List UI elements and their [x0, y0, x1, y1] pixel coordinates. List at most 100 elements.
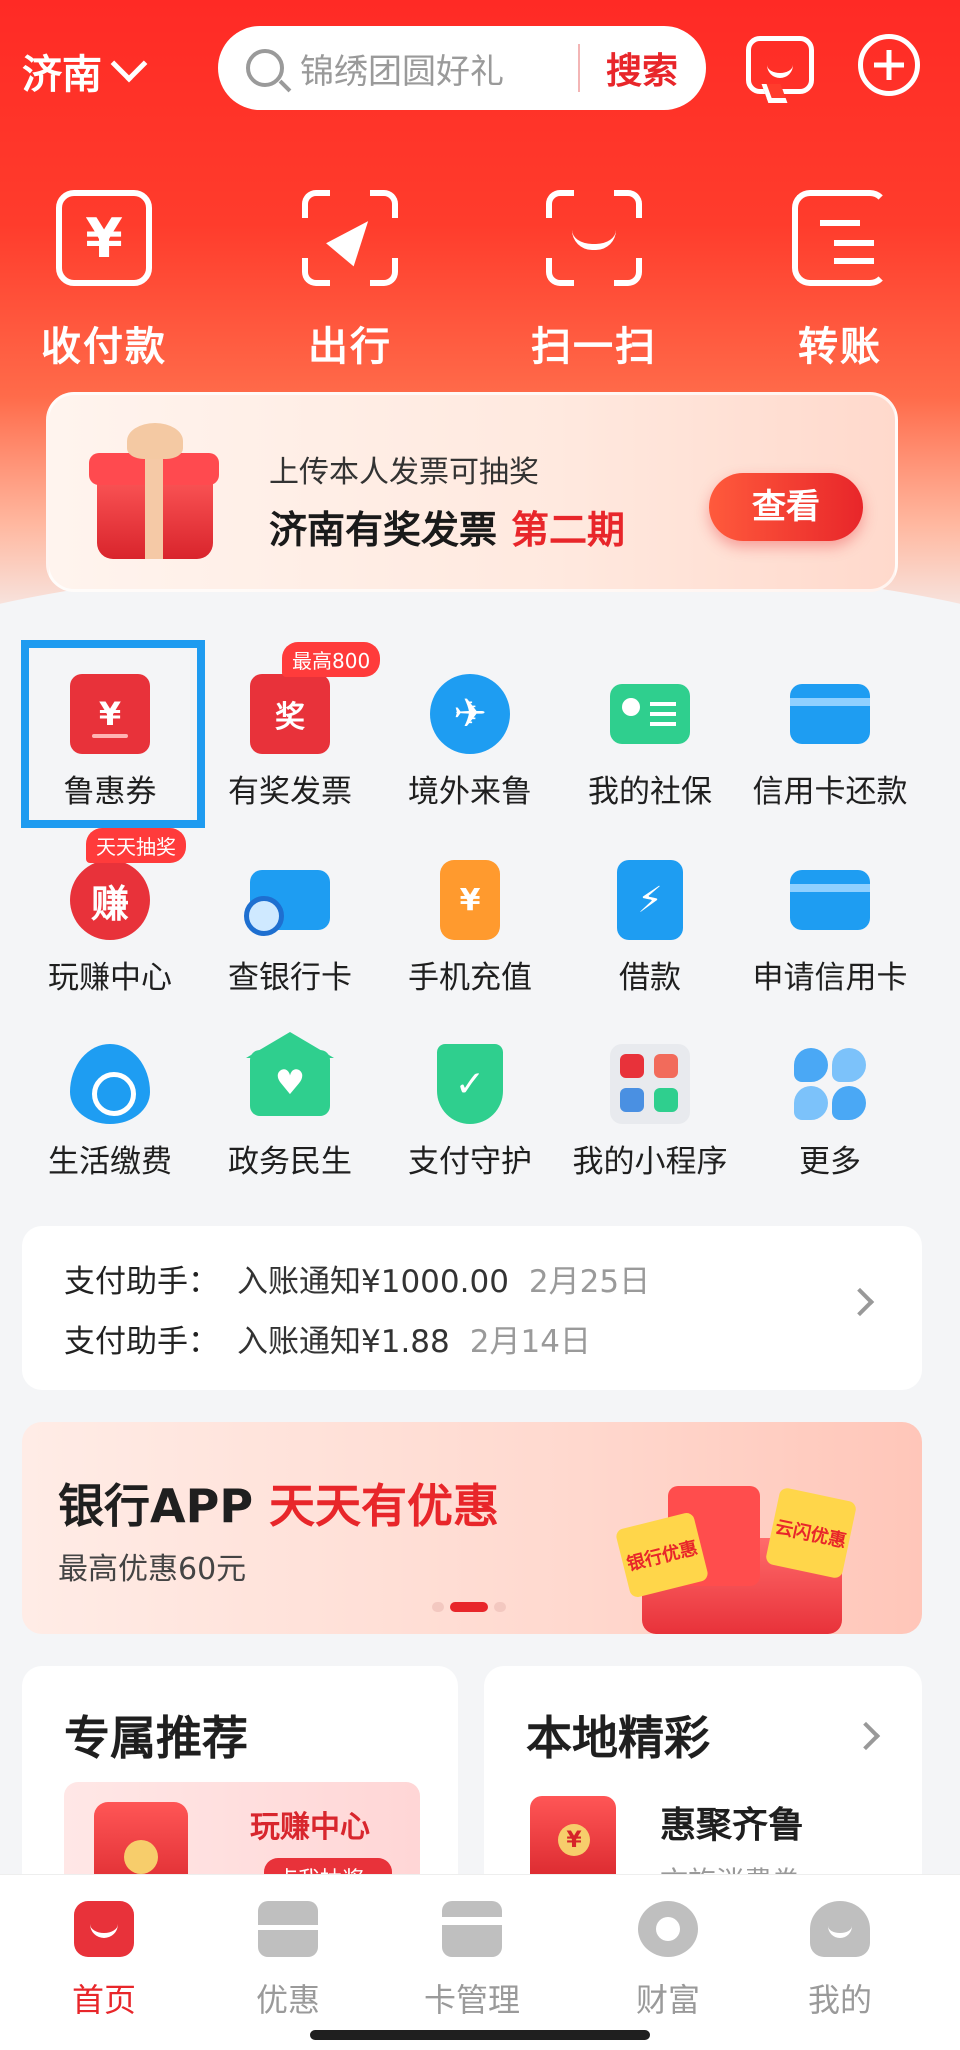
carousel-indicator — [432, 1602, 506, 1612]
grid-item-label: 借款 — [619, 960, 681, 996]
quick-action-label: 收付款 — [41, 324, 167, 370]
user-icon — [810, 1901, 870, 1957]
quick-actions: ¥ 收付款 出行 扫一扫 转账 — [0, 190, 960, 370]
bank-app-discount-banner[interactable]: 银行APP 天天有优惠 最高优惠60元 银行优惠 云闪优惠 — [22, 1422, 922, 1634]
message-icon[interactable] — [746, 36, 814, 94]
banner-ticket-right: 云闪优惠 — [764, 1486, 858, 1580]
grid-item-loan[interactable]: 借款 — [560, 836, 740, 1006]
transfer-icon — [792, 190, 888, 286]
tab-card-management[interactable]: 卡管理 — [376, 1901, 568, 2021]
grid-item-label: 生活缴费 — [48, 1144, 172, 1180]
grid-item-utilities[interactable]: 生活缴费 — [20, 1020, 200, 1190]
social-security-icon — [610, 684, 690, 744]
apply-credit-card-icon — [790, 870, 870, 930]
grid-item-credit-repay[interactable]: 信用卡还款 — [740, 650, 920, 820]
notification-row: 支付助手： 入账通知¥1.88 2月14日 — [64, 1316, 591, 1361]
grid-item-recharge[interactable]: 手机充值 — [380, 836, 560, 1006]
banner-title-highlight: 天天有优惠 — [269, 1479, 500, 1533]
card-icon — [442, 1901, 502, 1957]
grid-item-label: 我的小程序 — [572, 1144, 728, 1180]
grid-item-bank-card[interactable]: 查银行卡 — [200, 836, 380, 1006]
notification-row: 支付助手： 入账通知¥1000.00 2月25日 — [64, 1256, 650, 1301]
utility-payment-icon — [70, 1044, 150, 1124]
payment-shield-icon — [437, 1044, 503, 1124]
tab-label: 我的 — [807, 1981, 872, 2019]
globe-plane-icon — [430, 674, 510, 754]
quick-action-transfer[interactable]: 转账 — [740, 190, 940, 372]
loan-icon — [617, 860, 683, 940]
promo-title-text: 济南有奖发票 — [269, 508, 498, 552]
notification-date: 2月14日 — [469, 1324, 591, 1360]
chevron-right-icon — [845, 1287, 875, 1317]
chevron-right-icon[interactable] — [851, 1721, 881, 1751]
grid-item-apply-card[interactable]: 申请信用卡 — [740, 836, 920, 1006]
invoice-icon: 奖 — [250, 674, 330, 754]
grid-item-government[interactable]: 政务民生 — [200, 1020, 380, 1190]
gift-illustration: 银行优惠 云闪优惠 — [614, 1450, 882, 1634]
card-title: 本地精彩 — [526, 1711, 710, 1765]
notification-date: 2月25日 — [528, 1264, 651, 1300]
grid-item-payment-guard[interactable]: 支付守护 — [380, 1020, 560, 1190]
quick-action-scan[interactable]: 扫一扫 — [494, 190, 694, 372]
promo-badge: 最高800 — [282, 642, 381, 677]
yen-scan-icon: ¥ — [56, 190, 152, 286]
government-icon — [246, 1032, 334, 1116]
promo-subtitle: 上传本人发票可抽奖 — [269, 455, 539, 490]
grid-item-label: 我的社保 — [588, 774, 712, 810]
ticket-icon — [258, 1901, 318, 1957]
search-bar[interactable]: 锦绣团圆好礼 搜索 — [218, 26, 706, 110]
view-button[interactable]: 查看 — [709, 473, 863, 541]
quick-action-pay[interactable]: ¥ 收付款 — [4, 190, 204, 372]
grid-item-label: 有奖发票 — [228, 774, 352, 810]
search-input[interactable]: 锦绣团圆好礼 — [300, 44, 570, 93]
tab-label: 首页 — [71, 1981, 136, 2019]
banner-subtitle: 最高优惠60元 — [58, 1552, 247, 1587]
bank-card-search-icon — [244, 870, 330, 936]
search-divider — [578, 44, 580, 92]
notification-message: 入账通知¥1000.00 — [237, 1264, 509, 1300]
notification-message: 入账通知¥1.88 — [237, 1324, 450, 1360]
coin-icon — [638, 1901, 698, 1957]
grid-item-social-security[interactable]: 我的社保 — [560, 650, 740, 820]
earn-icon: 赚 — [70, 860, 150, 940]
grid-item-label: 玩赚中心 — [48, 960, 172, 996]
quick-action-travel[interactable]: 出行 — [250, 190, 450, 372]
home-icon — [74, 1901, 134, 1957]
mini-program-icon — [610, 1044, 690, 1124]
bottom-tab-bar: 首页 优惠 卡管理 财富 我的 — [0, 1874, 960, 2050]
invoice-lottery-banner[interactable]: 上传本人发票可抽奖 济南有奖发票 第二期 查看 — [46, 392, 898, 592]
grid-item-more[interactable]: 更多 — [740, 1020, 920, 1190]
add-icon[interactable] — [858, 34, 920, 96]
tab-wealth[interactable]: 财富 — [572, 1901, 764, 2021]
notification-sender: 支付助手： — [64, 1264, 219, 1300]
city-selector[interactable]: 济南 — [22, 42, 148, 100]
card-title: 专属推荐 — [64, 1711, 248, 1765]
grid-item-label: 信用卡还款 — [752, 774, 908, 810]
search-icon — [246, 49, 284, 87]
tab-label: 财富 — [635, 1981, 700, 2019]
notification-sender: 支付助手： — [64, 1324, 219, 1360]
grid-item-invoice[interactable]: 奖 最高800 有奖发票 — [200, 642, 381, 820]
scan-icon — [546, 190, 642, 286]
navigation-icon — [302, 190, 398, 286]
grid-item-label: 支付守护 — [408, 1144, 532, 1180]
top-bar: 济南 锦绣团圆好礼 搜索 — [0, 26, 960, 110]
promo-badge: 天天抽奖 — [86, 828, 186, 863]
home-indicator — [310, 2030, 650, 2040]
grid-item-overseas[interactable]: 境外来鲁 — [380, 650, 560, 820]
search-button[interactable]: 搜索 — [606, 42, 678, 94]
tab-label: 优惠 — [255, 1981, 320, 2019]
tab-offers[interactable]: 优惠 — [192, 1901, 384, 2021]
tab-home[interactable]: 首页 — [8, 1901, 200, 2021]
tab-label: 卡管理 — [423, 1981, 520, 2019]
grid-item-earn[interactable]: 赚 天天抽奖 玩赚中心 — [20, 828, 200, 1006]
payment-notifications[interactable]: 支付助手： 入账通知¥1000.00 2月25日 支付助手： 入账通知¥1.88 2月1… — [22, 1226, 922, 1390]
chevron-down-icon — [110, 45, 148, 83]
grid-item-label: 手机充值 — [408, 960, 532, 996]
promo-title-highlight: 第二期 — [511, 508, 626, 552]
grid-item-mini-programs[interactable]: 我的小程序 — [560, 1020, 740, 1190]
promo-title: 济南有奖发票 第二期 — [269, 499, 625, 554]
grid-item-label: 政务民生 — [228, 1144, 352, 1180]
tab-me[interactable]: 我的 — [744, 1901, 936, 2021]
banner-title-text: 银行APP — [58, 1479, 254, 1533]
